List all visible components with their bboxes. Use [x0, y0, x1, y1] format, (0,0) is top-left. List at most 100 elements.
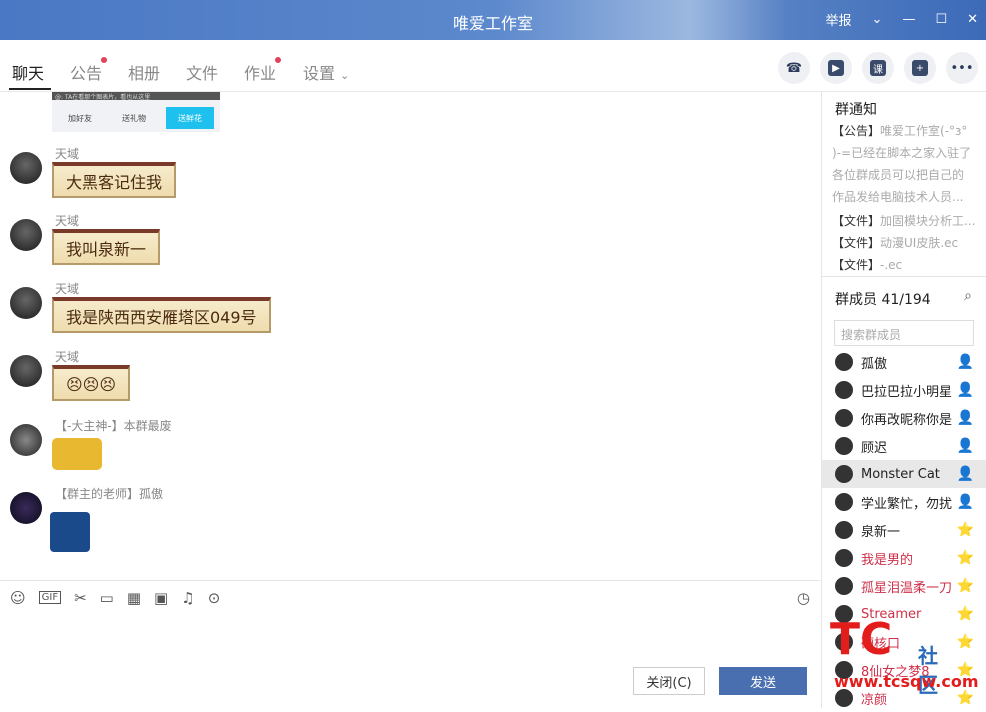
add-app-button[interactable]: +: [904, 52, 936, 84]
chevron-down-icon[interactable]: ⌄: [872, 12, 883, 27]
avatar: [835, 493, 853, 511]
star-icon: ⭐: [956, 550, 974, 566]
phone-icon: ☎: [785, 60, 803, 76]
member-item[interactable]: Monster Cat 👤: [822, 460, 986, 488]
member-item[interactable]: 孤星泪温柔一刀 ⭐: [822, 572, 986, 600]
member-search-input[interactable]: 搜索群成员: [834, 320, 974, 346]
notice-item[interactable]: 作品发给电脑技术人员...: [832, 188, 982, 205]
avatar[interactable]: [10, 219, 42, 251]
star-icon: ⭐: [956, 690, 974, 706]
member-name: 学业繁忙，勿扰: [861, 496, 953, 512]
member-name: 孤傲: [861, 356, 888, 372]
member-item[interactable]: 顾迟 👤: [822, 432, 986, 460]
bell-icon[interactable]: ♫: [181, 589, 194, 607]
watermark-logo: TC: [830, 614, 893, 665]
admin-icon: 👤: [956, 466, 974, 482]
avatar[interactable]: [10, 492, 42, 524]
member-name: 我是男的: [861, 552, 914, 568]
folder-icon[interactable]: ▭: [100, 589, 114, 607]
admin-icon: 👤: [956, 354, 974, 370]
notice-item[interactable]: 各位群成员可以把自己的: [832, 166, 982, 183]
file-item[interactable]: 【文件】加固模块分析工...: [832, 212, 982, 229]
member-item[interactable]: 孤傲 👤: [822, 348, 986, 376]
admin-icon: 👤: [956, 410, 974, 426]
avatar: [835, 577, 853, 595]
course-icon: 课: [870, 60, 886, 76]
send-gift-button[interactable]: 送礼物: [110, 107, 158, 129]
add-friend-button[interactable]: 加好友: [56, 107, 104, 129]
phone-call-button[interactable]: ☎: [778, 52, 810, 84]
member-item[interactable]: 巴拉巴拉小明星 👤: [822, 376, 986, 404]
search-icon[interactable]: ⌕: [964, 288, 972, 304]
avatar: [835, 409, 853, 427]
avatar[interactable]: [10, 152, 42, 184]
tab-chat[interactable]: 聊天: [12, 60, 44, 84]
notice-title: 群通知: [835, 102, 877, 118]
admin-icon: 👤: [956, 438, 974, 454]
maximize-icon[interactable]: ☐: [935, 12, 947, 27]
tab-announcement[interactable]: 公告: [70, 57, 108, 84]
avatar: [835, 465, 853, 483]
report-button[interactable]: 举报: [826, 10, 852, 29]
chat-area[interactable]: @: TA在看那个图表片，看也从这里 加好友 送礼物 送鲜花 天域 大黑客记住我 …: [0, 92, 820, 580]
profile-card: @: TA在看那个图表片，看也从这里 加好友 送礼物 送鲜花: [52, 92, 220, 132]
member-item[interactable]: 学业繁忙，勿扰 👤: [822, 488, 986, 516]
send-button[interactable]: 发送: [719, 667, 807, 695]
close-icon[interactable]: ✕: [967, 12, 978, 27]
tab-homework[interactable]: 作业: [244, 57, 282, 84]
star-icon: ⭐: [956, 634, 974, 650]
more-icon: •••: [950, 60, 974, 76]
image-icon[interactable]: ▣: [154, 589, 168, 607]
file-item[interactable]: 【文件】动漫UI皮肤.ec: [832, 234, 982, 251]
message-input[interactable]: [0, 614, 820, 664]
sticker-image: [50, 512, 90, 552]
message-bubble: 我是陕西西安雁塔区049号: [52, 297, 271, 333]
close-button[interactable]: 关闭(C): [633, 667, 705, 695]
clock-icon[interactable]: ◷: [797, 589, 810, 607]
member-name: 孤星泪温柔一刀: [861, 580, 953, 596]
smiley-icon[interactable]: ☺: [10, 589, 26, 607]
notice-item[interactable]: )-=已经在脚本之家入驻了: [832, 144, 982, 161]
title-bar: 唯爱工作室 举报 ⌄ — ☐ ✕: [0, 0, 986, 40]
message-bubble: 我叫泉新一: [52, 229, 161, 265]
avatar: [835, 437, 853, 455]
member-item[interactable]: 泉新一 ⭐: [822, 516, 986, 544]
more-icon[interactable]: ⊙: [208, 589, 221, 607]
avatar: [835, 521, 853, 539]
minimize-icon[interactable]: —: [902, 12, 915, 27]
avatar: [835, 353, 853, 371]
avatar: [835, 549, 853, 567]
message-bubble: 大黑客记住我: [52, 162, 177, 198]
member-name: 顾迟: [861, 440, 888, 456]
doc-icon[interactable]: ▦: [127, 589, 141, 607]
tab-settings[interactable]: 设置 ⌄: [303, 60, 349, 84]
star-icon: ⭐: [956, 578, 974, 594]
member-item[interactable]: 我是男的 ⭐: [822, 544, 986, 572]
star-icon: ⭐: [956, 606, 974, 622]
admin-icon: 👤: [956, 494, 974, 510]
scissors-icon[interactable]: ✂: [74, 589, 87, 607]
gif-icon[interactable]: GIF: [38, 591, 62, 604]
tab-bar: 聊天 公告 相册 文件 作业 设置 ⌄ ☎ ▶ 课 + •••: [0, 40, 986, 92]
divider: [822, 276, 986, 277]
more-button[interactable]: •••: [946, 52, 978, 84]
notice-item[interactable]: 【公告】唯爱工作室(-°з°: [832, 122, 982, 139]
tab-files[interactable]: 文件: [186, 60, 218, 84]
add-icon: +: [912, 60, 928, 76]
avatar: [835, 689, 853, 707]
avatar[interactable]: [10, 287, 42, 319]
flower-button[interactable]: 送鲜花: [166, 107, 214, 129]
avatar[interactable]: [10, 424, 42, 456]
course-button[interactable]: 课: [862, 52, 894, 84]
avatar[interactable]: [10, 355, 42, 387]
video-call-button[interactable]: ▶: [820, 52, 852, 84]
admin-icon: 👤: [956, 382, 974, 398]
tab-album[interactable]: 相册: [128, 60, 160, 84]
member-name: 泉新一: [861, 524, 901, 540]
file-item[interactable]: 【文件】-.ec: [832, 256, 982, 273]
member-name: 你再改昵称你是: [861, 412, 953, 428]
avatar: [835, 381, 853, 399]
member-item[interactable]: 你再改昵称你是 👤: [822, 404, 986, 432]
member-name: 巴拉巴拉小明星: [861, 384, 953, 400]
message-bubble: 😣😣😣: [52, 365, 131, 401]
